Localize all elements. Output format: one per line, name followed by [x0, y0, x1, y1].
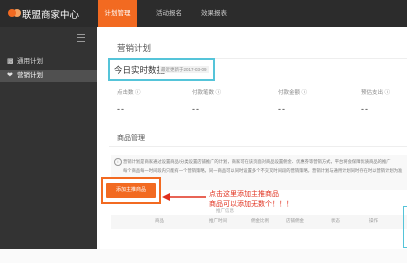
info-icon: ⓘ [384, 90, 391, 96]
arrow-left-icon [162, 193, 206, 201]
metric-value-amount: -- [278, 104, 286, 114]
main-content: 营销计划 今日实时数据 最近更新于2017-03-09 点击数 ⓘ 付款笔数 ⓘ… [97, 27, 407, 249]
table-header: 商品 推广时间 佣金比例 店铺佣金 状态 操作 [111, 215, 407, 229]
info-icon: ⓘ [215, 90, 222, 96]
sidebar-item-general-plan[interactable]: ▩ 通用计划 [0, 56, 97, 68]
page-title: 营销计划 [117, 43, 152, 53]
tab-plan-management[interactable]: 计划管理 [98, 0, 137, 27]
sidebar-item-marketing-plan[interactable]: ❤ 营销计划 [0, 70, 97, 82]
update-time-badge: 最近更新于2017-03-09 [159, 66, 209, 73]
metric-label-estimated: 预估支出 ⓘ [361, 90, 391, 96]
metric-label-clicks: 点击数 ⓘ [117, 90, 141, 96]
info-icon: ⓘ [301, 90, 308, 96]
column-header: 推广时间 [209, 218, 227, 223]
document-icon: ▩ [7, 58, 14, 65]
sidebar-item-label: 通用计划 [17, 58, 43, 65]
menu-toggle-icon[interactable] [77, 34, 85, 42]
highlight-box [403, 206, 407, 248]
logo[interactable]: 联盟商家中心 [0, 0, 97, 27]
notice-text: 营销计划是商家通过设置商品/分类设置店铺推广的计划，商家可在该页面对商品设置佣金… [123, 159, 403, 173]
column-header: 状态 [331, 218, 340, 223]
page-bottom [0, 249, 407, 263]
add-button-highlight: 添加主推商品 [101, 177, 161, 204]
app-window: 联盟商家中心 计划管理 活动报名 效果报表 ▩ 通用计划 ❤ 营销计划 营销计划… [0, 0, 407, 263]
info-icon: i [114, 158, 122, 166]
metric-value-orders: -- [192, 104, 200, 114]
metric-value-estimated: -- [361, 104, 369, 114]
column-header: 佣金比例 [251, 218, 269, 223]
infinity-logo-icon [8, 9, 16, 17]
column-header: 店铺佣金 [286, 218, 304, 223]
sidebar: ▩ 通用计划 ❤ 营销计划 [0, 27, 97, 249]
promo-info-label: 推广信息 [216, 208, 234, 213]
divider [109, 146, 407, 147]
section-title: 商品管理 [117, 135, 145, 142]
column-header: 商品 [155, 218, 164, 223]
realtime-title: 今日实时数据 [114, 65, 166, 75]
main-nav: 计划管理 活动报名 效果报表 [98, 0, 407, 27]
realtime-data-header: 今日实时数据 最近更新于2017-03-09 [108, 58, 215, 81]
add-featured-product-button[interactable]: 添加主推商品 [106, 183, 156, 198]
metric-value-clicks: -- [117, 104, 125, 114]
tab-effect-report[interactable]: 效果报表 [196, 0, 232, 27]
sidebar-item-label: 营销计划 [17, 72, 43, 79]
annotation-text: 点击这里添加主推商品 商品可以添加无数个！！！ [209, 191, 293, 208]
app-title: 联盟商家中心 [22, 10, 80, 21]
metric-label-orders: 付款笔数 ⓘ [192, 90, 222, 96]
tab-activity-signup[interactable]: 活动报名 [151, 0, 187, 27]
top-bar: 联盟商家中心 计划管理 活动报名 效果报表 [0, 0, 407, 27]
column-header: 操作 [369, 218, 378, 223]
info-icon: ⓘ [135, 90, 141, 96]
tag-icon: ❤ [7, 72, 13, 79]
metric-label-amount: 付款金额 ⓘ [278, 90, 308, 96]
